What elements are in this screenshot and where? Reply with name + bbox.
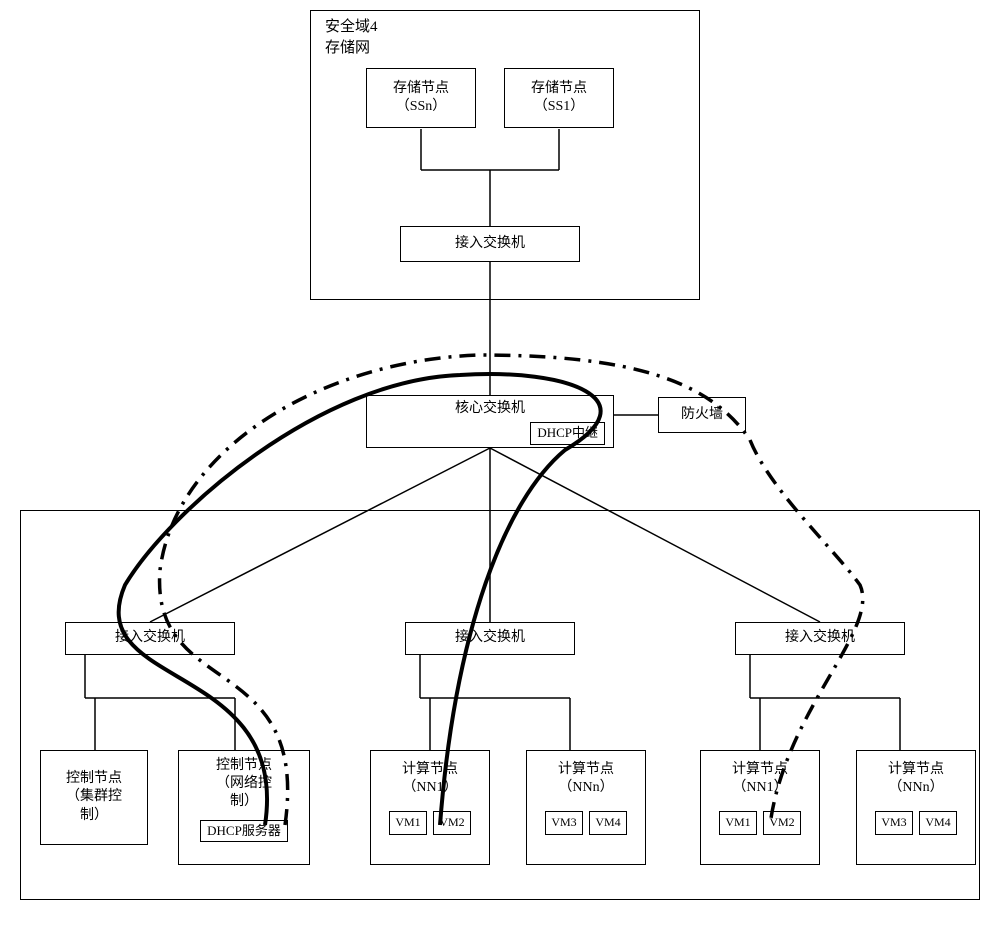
control-node-network-line1: 控制节点 [216,757,272,775]
zone3-nnn-line1: 计算节点 [888,761,944,779]
firewall-label: 防火墙 [681,406,723,424]
zone3-vm4: VM4 [919,811,957,835]
zone3-compute-node-nn1: 计算节点 （NN1） VM1 VM2 [700,750,820,865]
storage-node-ss1: 存储节点 （SS1） [504,68,614,128]
zone2-vm2: VM2 [433,811,471,835]
dhcp-server: DHCP服务器 [200,820,288,843]
zone3-vm1: VM1 [719,811,757,835]
zone3-access-switch: 接入交换机 [735,622,905,655]
control-node-cluster: 控制节点 （集群控 制） [40,750,148,845]
zone2-nnn-line1: 计算节点 [558,761,614,779]
control-node-cluster-line1: 控制节点 [66,770,122,788]
zone2-nnn-line2: （NNn） [558,779,613,797]
zone3-access-switch-label: 接入交换机 [785,629,855,647]
zone1-access-switch-label: 接入交换机 [115,629,185,647]
zone2-vm3: VM3 [545,811,583,835]
zone2-access-switch-label: 接入交换机 [455,629,525,647]
zone3-compute-node-nnn: 计算节点 （NNn） VM3 VM4 [856,750,976,865]
control-node-network-line3: 制） [230,793,258,811]
zone3-vm3: VM3 [875,811,913,835]
storage-node-ssn-line1: 存储节点 [393,80,449,98]
zone2-access-switch: 接入交换机 [405,622,575,655]
control-node-cluster-line3: 制） [80,807,108,825]
zone2-nnn-vm-row: VM3 VM4 [545,811,627,835]
zone3-nn1-vm-row: VM1 VM2 [719,811,801,835]
zone4-title-line2: 存储网 [325,40,370,56]
dhcp-relay: DHCP中继 [530,422,605,445]
bottom-zones-container [20,510,980,900]
dhcp-relay-label: DHCP中继 [537,425,598,440]
dhcp-server-label: DHCP服务器 [207,823,281,838]
zone2-compute-node-nn1: 计算节点 （NN1） VM1 VM2 [370,750,490,865]
storage-node-ss1-line2: （SS1） [534,98,585,116]
core-switch-label: 核心交换机 [455,400,525,418]
zone4-title: 安全域4 存储网 [325,17,378,59]
zone4-title-line1: 安全域4 [325,19,378,35]
zone2-compute-node-nnn: 计算节点 （NNn） VM3 VM4 [526,750,646,865]
zone2-nn1-line2: （NN1） [402,779,457,797]
storage-node-ssn-line2: （SSn） [396,98,447,116]
firewall: 防火墙 [658,397,746,433]
zone3-nnn-vm-row: VM3 VM4 [875,811,957,835]
zone1-access-switch: 接入交换机 [65,622,235,655]
control-node-cluster-line2: （集群控 [66,788,122,806]
zone2-vm4: VM4 [589,811,627,835]
zone2-vm1: VM1 [389,811,427,835]
core-switch: 核心交换机 DHCP中继 [366,395,614,448]
zone2-nn1-vm-row: VM1 VM2 [389,811,471,835]
diagram-container: 安全域4 存储网 存储节点 （SSn） 存储节点 （SS1） 接入交换机 核心交… [10,10,990,921]
storage-node-ssn: 存储节点 （SSn） [366,68,476,128]
zone3-vm2: VM2 [763,811,801,835]
zone4-access-switch-label: 接入交换机 [455,235,525,253]
zone4-access-switch: 接入交换机 [400,226,580,262]
zone3-nnn-line2: （NNn） [888,779,943,797]
zone2-nn1-line1: 计算节点 [402,761,458,779]
zone3-nn1-line1: 计算节点 [732,761,788,779]
zone3-nn1-line2: （NN1） [732,779,787,797]
control-node-network-line2: （网络控 [216,775,272,793]
control-node-network: 控制节点 （网络控 制） DHCP服务器 [178,750,310,865]
storage-node-ss1-line1: 存储节点 [531,80,587,98]
